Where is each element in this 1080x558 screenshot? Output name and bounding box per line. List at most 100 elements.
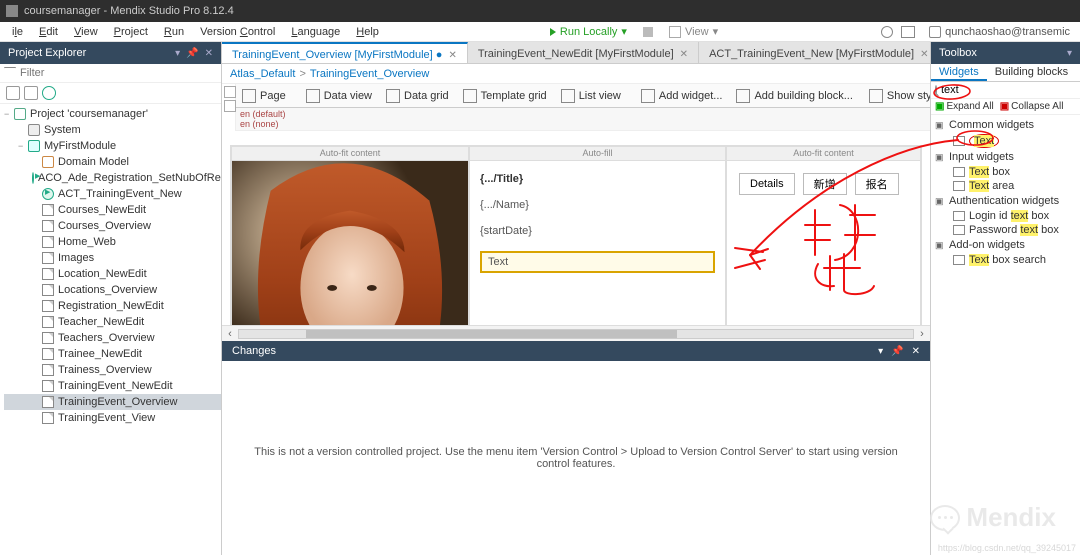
tree-node[interactable]: Location_NewEdit bbox=[4, 266, 221, 282]
menu-language[interactable]: Language bbox=[283, 24, 348, 40]
menu-version-control[interactable]: Version Control bbox=[192, 24, 283, 40]
tree-node[interactable]: −Project 'coursemanager' bbox=[4, 106, 221, 122]
col-header-2: Auto-fill bbox=[469, 146, 726, 160]
toolbox-item[interactable]: Text box bbox=[931, 165, 1080, 179]
expand-icon[interactable] bbox=[6, 86, 20, 100]
toolbar-template-grid[interactable]: Template grid bbox=[457, 87, 553, 105]
text-widget-selected[interactable]: Text bbox=[480, 251, 715, 273]
changes-dropdown-icon[interactable]: ▾ bbox=[878, 346, 883, 357]
tree-node[interactable]: Domain Model bbox=[4, 154, 221, 170]
details-button[interactable]: Details bbox=[739, 173, 795, 195]
toolbar-data-grid[interactable]: Data grid bbox=[380, 87, 455, 105]
tree-node[interactable]: Images bbox=[4, 250, 221, 266]
panel-pin-icon[interactable]: 📌 bbox=[186, 48, 198, 59]
sync-icon[interactable] bbox=[42, 86, 56, 100]
tree-node[interactable]: Trainess_Overview bbox=[4, 362, 221, 378]
tree-node[interactable]: TrainingEvent_View bbox=[4, 410, 221, 426]
tree-node[interactable]: Home_Web bbox=[4, 234, 221, 250]
run-locally-button[interactable]: Run Locally ▾ bbox=[544, 23, 633, 40]
new-button[interactable]: 新增 bbox=[803, 173, 847, 195]
tab-close-icon[interactable]: ✕ bbox=[920, 49, 928, 60]
side-tool-2[interactable] bbox=[224, 100, 236, 112]
stop-button[interactable] bbox=[643, 27, 653, 37]
tree-node[interactable]: TrainingEvent_Overview bbox=[4, 394, 221, 410]
tool-icon bbox=[463, 89, 477, 103]
toolbox-item[interactable]: Text bbox=[931, 133, 1080, 149]
collapse-all-button[interactable]: ▣Collapse All bbox=[1000, 101, 1064, 112]
view-app-button[interactable]: View ▾ bbox=[663, 23, 724, 40]
toolbar-data-view[interactable]: Data view bbox=[300, 87, 378, 105]
expand-all-button[interactable]: ▣Expand All bbox=[935, 101, 994, 112]
menu-help[interactable]: Help bbox=[348, 24, 387, 40]
toolbox-item[interactable]: Password text box bbox=[931, 223, 1080, 237]
tree-node[interactable]: TrainingEvent_NewEdit bbox=[4, 378, 221, 394]
tree-node[interactable]: Courses_Overview bbox=[4, 218, 221, 234]
settings-icon[interactable] bbox=[881, 26, 893, 38]
menu-file[interactable]: ile bbox=[4, 24, 31, 40]
toolbox-group[interactable]: ▣Input widgets bbox=[931, 149, 1080, 165]
tree-node[interactable]: ACO_Ade_Registration_SetNubOfRegi bbox=[4, 170, 221, 186]
toolbox-tree[interactable]: ▣Common widgetsText▣Input widgetsText bo… bbox=[931, 115, 1080, 555]
editor-tab[interactable]: TrainingEvent_Overview [MyFirstModule] ●… bbox=[222, 42, 468, 63]
scroll-track[interactable] bbox=[238, 329, 914, 339]
tree-node[interactable]: Teacher_NewEdit bbox=[4, 314, 221, 330]
breadcrumb-current[interactable]: TrainingEvent_Overview bbox=[310, 68, 429, 80]
toolbox-item[interactable]: Text box search bbox=[931, 253, 1080, 267]
explorer-tree[interactable]: −Project 'coursemanager'System−MyFirstMo… bbox=[0, 104, 221, 555]
toolbar-page[interactable]: Page bbox=[236, 87, 292, 105]
toolbar-show-styles[interactable]: Show styles bbox=[863, 87, 930, 105]
tree-node[interactable]: Locations_Overview bbox=[4, 282, 221, 298]
toolbox-item[interactable]: Text area bbox=[931, 179, 1080, 193]
menu-view[interactable]: View bbox=[66, 24, 106, 40]
image-cell[interactable] bbox=[231, 160, 469, 325]
tree-node[interactable]: Teachers_Overview bbox=[4, 330, 221, 346]
breadcrumb-root[interactable]: Atlas_Default bbox=[230, 68, 295, 80]
toolbox-item[interactable]: Login id text box bbox=[931, 209, 1080, 223]
toolbox-group[interactable]: ▣Common widgets bbox=[931, 117, 1080, 133]
tree-node[interactable]: System bbox=[4, 122, 221, 138]
toolbar-list-view[interactable]: List view bbox=[555, 87, 627, 105]
toolbox-search-input[interactable] bbox=[941, 84, 1080, 96]
editor-tab[interactable]: ACT_TrainingEvent_New [MyFirstModule]✕ bbox=[699, 42, 939, 63]
startdate-field[interactable]: {startDate} bbox=[480, 225, 715, 237]
scroll-thumb[interactable] bbox=[306, 330, 677, 338]
appstore-icon[interactable] bbox=[901, 26, 915, 38]
name-field[interactable]: {.../Name} bbox=[480, 199, 715, 211]
tree-node[interactable]: ACT_TrainingEvent_New bbox=[4, 186, 221, 202]
menu-project[interactable]: Project bbox=[106, 24, 156, 40]
toolbar-add-widget-[interactable]: Add widget... bbox=[635, 87, 729, 105]
page-canvas[interactable]: Auto-fit content Auto-fill Auto-fit cont… bbox=[222, 131, 930, 325]
register-button[interactable]: 报名 bbox=[855, 173, 899, 195]
editor-tab[interactable]: TrainingEvent_NewEdit [MyFirstModule]✕ bbox=[468, 42, 699, 63]
tree-node[interactable]: Registration_NewEdit bbox=[4, 298, 221, 314]
tree-node[interactable]: Trainee_NewEdit bbox=[4, 346, 221, 362]
tab-close-icon[interactable]: ✕ bbox=[448, 50, 456, 61]
scroll-right-icon[interactable]: › bbox=[914, 328, 930, 340]
menu-run[interactable]: Run bbox=[156, 24, 192, 40]
tab-building-blocks[interactable]: Building blocks bbox=[987, 64, 1076, 81]
tree-node[interactable]: Courses_NewEdit bbox=[4, 202, 221, 218]
side-tool-1[interactable] bbox=[224, 86, 236, 98]
toolbox-group[interactable]: ▣Authentication widgets bbox=[931, 193, 1080, 209]
tab-widgets[interactable]: Widgets bbox=[931, 64, 987, 81]
collapse-icon[interactable] bbox=[24, 86, 38, 100]
changes-pin-icon[interactable]: 📌 bbox=[891, 346, 903, 357]
title-field[interactable]: {.../Title} bbox=[480, 173, 715, 185]
changes-close-icon[interactable]: ✕ bbox=[912, 346, 920, 357]
panel-close-icon[interactable]: ✕ bbox=[205, 48, 213, 59]
widget-icon bbox=[953, 211, 965, 221]
toolbar-add-building-block-[interactable]: Add building block... bbox=[730, 87, 858, 105]
scroll-left-icon[interactable]: ‹ bbox=[222, 328, 238, 340]
toolbox-panel: Toolbox ▾ Widgets Building blocks ▣Expan… bbox=[930, 42, 1080, 555]
actions-cell[interactable]: Details 新增 报名 bbox=[726, 160, 921, 325]
fields-cell[interactable]: {.../Title} {.../Name} {startDate} Text bbox=[469, 160, 726, 325]
toolbox-dropdown-icon[interactable]: ▾ bbox=[1067, 48, 1072, 59]
user-chip[interactable]: qunchaoshao@transemic bbox=[923, 24, 1076, 40]
explorer-filter-input[interactable] bbox=[20, 67, 217, 79]
tree-node[interactable]: −MyFirstModule bbox=[4, 138, 221, 154]
tab-close-icon[interactable]: ✕ bbox=[680, 49, 688, 60]
horizontal-scrollbar[interactable]: ‹ › bbox=[222, 325, 930, 341]
panel-dropdown-icon[interactable]: ▾ bbox=[175, 48, 180, 59]
menu-edit[interactable]: Edit bbox=[31, 24, 66, 40]
toolbox-group[interactable]: ▣Add-on widgets bbox=[931, 237, 1080, 253]
